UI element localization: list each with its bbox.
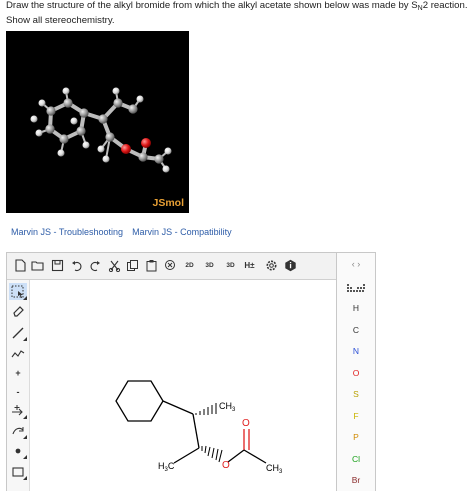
increase-charge-icon[interactable]: + <box>9 364 27 381</box>
question-text: Draw the structure of the alkyl bromide … <box>6 0 470 27</box>
h3c-label: H3C <box>158 461 175 473</box>
palette-arrows[interactable]: ‹ › <box>337 259 375 269</box>
jsmol-viewer[interactable]: JSmol <box>6 31 189 213</box>
element-p[interactable]: P <box>337 432 375 442</box>
marvin-editor: 2D 3D 3D H± + - CH3 H3C O O CH3 <box>6 252 372 491</box>
redo-icon[interactable] <box>87 258 102 273</box>
eraser-tool-icon[interactable] <box>9 302 27 319</box>
ch3-acetyl-label: CH3 <box>266 463 283 475</box>
top-toolbar: 2D 3D 3D H± <box>7 253 371 280</box>
element-s[interactable]: S <box>337 389 375 399</box>
carbonyl-oxygen-label: O <box>242 418 250 429</box>
chain-tool-icon[interactable] <box>9 344 27 361</box>
zoom-icon[interactable] <box>163 258 178 273</box>
ester-oxygen-label: O <box>222 460 230 471</box>
element-cl[interactable]: Cl <box>337 454 375 464</box>
marvin-links: Marvin JS - Troubleshooting Marvin JS - C… <box>11 227 232 237</box>
question-line1-start: Draw the structure of the alkyl bromide … <box>6 0 418 11</box>
bond-c1-to-c2 <box>192 413 200 449</box>
bond-ring-to-c1 <box>162 400 194 415</box>
3d-view-icon[interactable]: 3D <box>223 258 238 273</box>
troubleshooting-link[interactable]: Marvin JS - Troubleshooting <box>11 227 123 237</box>
cut-icon[interactable] <box>107 258 122 273</box>
element-palette: ‹ › H C N O S F P Cl Br <box>336 252 376 491</box>
hydrogen-icon[interactable]: H± <box>242 258 257 273</box>
question-line2: Show all stereochemistry. <box>6 15 115 26</box>
periodic-table-icon[interactable] <box>347 281 365 292</box>
element-br[interactable]: Br <box>337 475 375 485</box>
reaction-map-icon[interactable] <box>9 422 27 439</box>
undo-icon[interactable] <box>70 258 85 273</box>
element-c[interactable]: C <box>337 325 375 335</box>
element-o[interactable]: O <box>337 368 375 378</box>
jsmol-logo: JSmol <box>152 197 184 209</box>
element-h[interactable]: H <box>337 303 375 313</box>
rectangle-shape-icon[interactable] <box>9 463 27 480</box>
paste-icon[interactable] <box>144 258 159 273</box>
left-toolbar: + - <box>7 280 30 491</box>
bond-carbonyl-to-methyl <box>243 449 267 464</box>
cyclohexane-ring <box>115 380 164 422</box>
bond-o-to-carbonyl-carbon <box>227 449 245 463</box>
clean-2d-icon[interactable]: 2D <box>182 258 197 273</box>
element-n[interactable]: N <box>337 346 375 356</box>
copy-icon[interactable] <box>125 258 140 273</box>
reaction-arrow-icon[interactable] <box>9 402 27 419</box>
ch3-top-label: CH3 <box>219 401 236 413</box>
bond-c2-to-methyl <box>173 447 200 464</box>
element-f[interactable]: F <box>337 411 375 421</box>
molecule-structure: CH3 H3C O O CH3 <box>115 380 283 475</box>
molecule-3d-model <box>30 87 172 173</box>
new-document-icon[interactable] <box>12 258 27 273</box>
hashed-wedge-o <box>201 445 223 463</box>
drawing-canvas[interactable]: CH3 H3C O O CH3 <box>30 280 371 491</box>
decrease-charge-icon[interactable]: - <box>9 383 27 400</box>
selection-tool-icon[interactable] <box>9 283 27 300</box>
info-icon[interactable] <box>283 258 298 273</box>
save-icon[interactable] <box>50 258 65 273</box>
open-icon[interactable] <box>30 258 45 273</box>
question-line1-end: 2 reaction. <box>422 0 468 11</box>
settings-icon[interactable] <box>264 258 279 273</box>
hashed-wedge-ch3 <box>195 403 217 415</box>
clean-3d-icon[interactable]: 3D <box>202 258 217 273</box>
compatibility-link[interactable]: Marvin JS - Compatibility <box>132 227 232 237</box>
bond-tool-icon[interactable] <box>9 324 27 341</box>
radical-icon[interactable] <box>9 442 27 459</box>
